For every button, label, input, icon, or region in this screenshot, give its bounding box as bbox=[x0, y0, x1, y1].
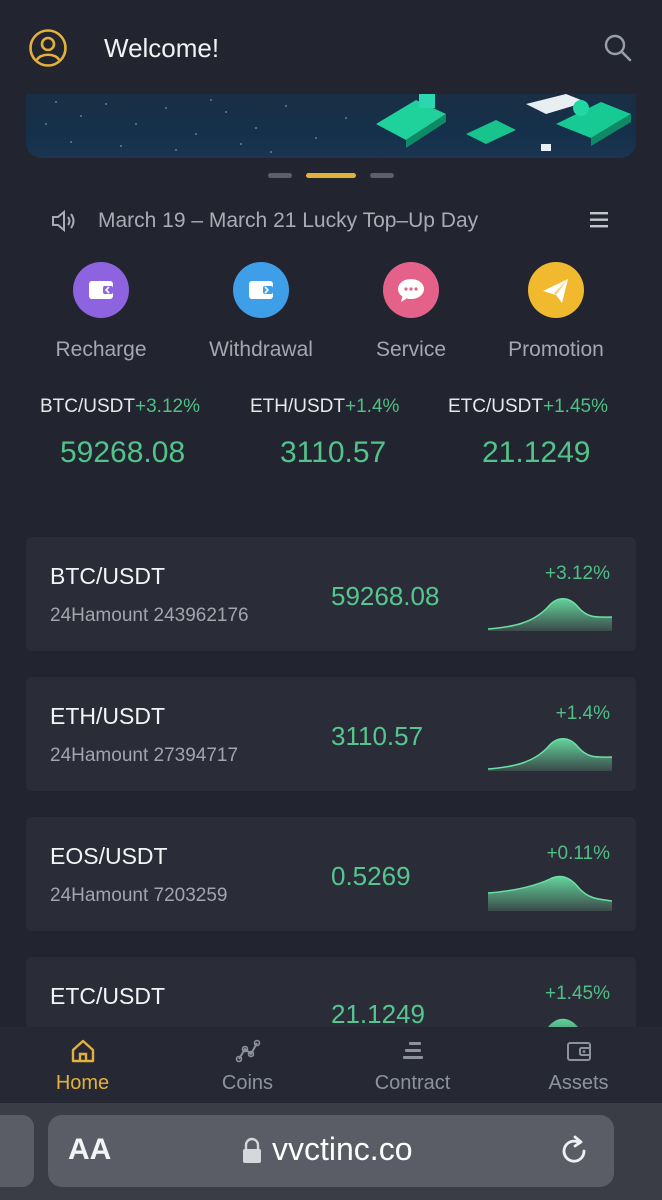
tab-label: Contract bbox=[374, 1072, 451, 1094]
market-symbol: ETH/USDT bbox=[50, 703, 165, 729]
wallet-icon bbox=[567, 1042, 591, 1061]
market-volume: 24Hamount 7203259 bbox=[50, 885, 228, 906]
market-symbol: EOS/USDT bbox=[50, 843, 168, 869]
service-button[interactable]: Service bbox=[336, 262, 486, 372]
withdrawal-button[interactable]: Withdrawal bbox=[186, 262, 336, 372]
home-icon bbox=[71, 1039, 95, 1063]
ticker-pair: ETC/USDT bbox=[448, 396, 543, 417]
ticker-change: +3.12% bbox=[135, 396, 200, 417]
carousel-dot-active[interactable] bbox=[306, 173, 356, 178]
announcement-text: March 19 – March 21 Lucky Top–Up Day bbox=[98, 209, 479, 232]
stack-icon bbox=[403, 1042, 423, 1059]
carousel-dot[interactable] bbox=[268, 173, 292, 178]
tab-coins[interactable]: Coins bbox=[165, 1027, 330, 1103]
promo-banner[interactable] bbox=[26, 94, 636, 158]
search-icon[interactable] bbox=[602, 32, 634, 64]
ticker-pair: ETH/USDT bbox=[250, 396, 345, 417]
bottom-tab-bar: Home Coins Contract Assets bbox=[0, 1027, 662, 1103]
action-label: Recharge bbox=[55, 338, 147, 361]
text-size-button[interactable]: AA bbox=[68, 1133, 111, 1167]
ticker-etc[interactable]: ETC/USDT+1.45% 21.1249 bbox=[448, 396, 658, 486]
recharge-button[interactable]: Recharge bbox=[26, 262, 176, 372]
action-label: Withdrawal bbox=[209, 338, 313, 361]
welcome-title: Welcome! bbox=[104, 33, 220, 63]
sparkline-chart bbox=[488, 598, 612, 631]
ticker-btc[interactable]: BTC/USDT+3.12% 59268.08 bbox=[40, 396, 250, 486]
ticker-price: 3110.57 bbox=[280, 436, 387, 469]
tab-home[interactable]: Home bbox=[0, 1027, 165, 1103]
ticker-price: 21.1249 bbox=[482, 436, 591, 469]
ticker-change: +1.4% bbox=[345, 396, 400, 417]
ticker-pair: BTC/USDT bbox=[40, 396, 135, 417]
tab-assets[interactable]: Assets bbox=[496, 1027, 661, 1103]
tab-label: Coins bbox=[221, 1072, 274, 1094]
market-change: +1.45% bbox=[545, 983, 610, 1004]
carousel-indicator bbox=[0, 173, 662, 179]
browser-toolbar: AA vvctinc.co bbox=[0, 1103, 662, 1200]
banner-illustration bbox=[45, 94, 631, 153]
promotion-button[interactable]: Promotion bbox=[481, 262, 631, 372]
market-change: +1.4% bbox=[555, 703, 610, 724]
market-change: +3.12% bbox=[545, 563, 610, 584]
ticker-eth[interactable]: ETH/USDT+1.4% 3110.57 bbox=[250, 396, 460, 486]
tab-contract[interactable]: Contract bbox=[330, 1027, 495, 1103]
market-row-eth[interactable]: ETH/USDT 24Hamount 27394717 3110.57 +1.4… bbox=[26, 677, 636, 791]
tab-label: Home bbox=[55, 1072, 110, 1094]
ticker-price: 59268.08 bbox=[60, 436, 186, 469]
reload-icon[interactable] bbox=[556, 1133, 592, 1169]
carousel-dot[interactable] bbox=[370, 173, 394, 178]
lock-icon bbox=[243, 1137, 261, 1163]
sparkline-chart bbox=[488, 875, 612, 911]
market-price: 59268.08 bbox=[331, 581, 440, 611]
url-text: vvctinc.co bbox=[272, 1131, 413, 1167]
sparkline-chart bbox=[488, 738, 612, 771]
action-label: Service bbox=[375, 338, 447, 361]
app-header: Welcome! bbox=[0, 0, 662, 95]
market-symbol: BTC/USDT bbox=[50, 563, 165, 589]
wallet-in-icon bbox=[73, 262, 129, 318]
user-circle-icon[interactable] bbox=[28, 28, 68, 68]
market-row-eos[interactable]: EOS/USDT 24Hamount 7203259 0.5269 +0.11% bbox=[26, 817, 636, 931]
action-label: Promotion bbox=[508, 338, 604, 361]
previous-tab-stub[interactable] bbox=[0, 1115, 34, 1187]
announcement-bar[interactable]: March 19 – March 21 Lucky Top–Up Day bbox=[50, 205, 620, 237]
market-symbol: ETC/USDT bbox=[50, 983, 165, 1009]
market-price: 21.1249 bbox=[331, 999, 425, 1029]
market-change: +0.11% bbox=[546, 843, 610, 864]
ticker-change: +1.45% bbox=[543, 396, 608, 417]
market-price: 3110.57 bbox=[331, 721, 424, 751]
market-volume: 24Hamount 27394717 bbox=[50, 745, 239, 766]
paper-plane-icon bbox=[528, 262, 584, 318]
chart-line-icon bbox=[235, 1039, 261, 1063]
speaker-icon bbox=[52, 209, 75, 233]
market-volume: 24Hamount 243962176 bbox=[50, 605, 249, 626]
address-bar[interactable]: AA vvctinc.co bbox=[48, 1115, 614, 1187]
wallet-out-icon bbox=[233, 262, 289, 318]
chat-bubble-icon bbox=[383, 262, 439, 318]
tab-label: Assets bbox=[548, 1072, 609, 1094]
market-row-btc[interactable]: BTC/USDT 24Hamount 243962176 59268.08 +3… bbox=[26, 537, 636, 651]
market-price: 0.5269 bbox=[331, 861, 411, 891]
hamburger-menu-icon[interactable] bbox=[588, 209, 610, 231]
